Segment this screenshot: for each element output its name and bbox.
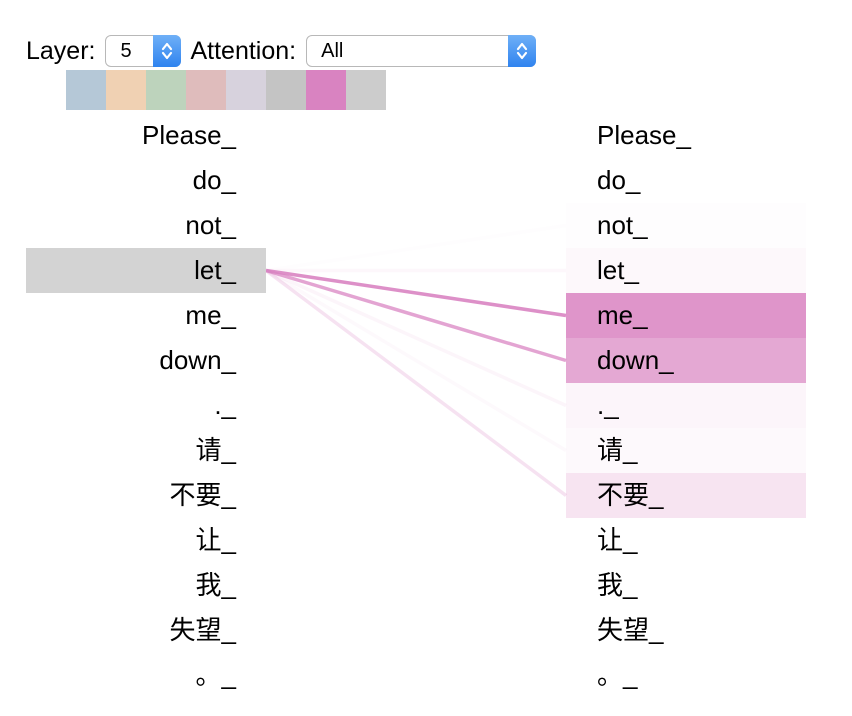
- source-token[interactable]: down_: [26, 338, 266, 383]
- target-token[interactable]: Please_: [566, 113, 806, 158]
- source-token[interactable]: 让_: [26, 518, 266, 563]
- target-token[interactable]: 我_: [566, 563, 806, 608]
- target-token[interactable]: 。_: [566, 653, 806, 698]
- target-token[interactable]: do_: [566, 158, 806, 203]
- target-token[interactable]: 让_: [566, 518, 806, 563]
- attention-line: [264, 269, 568, 497]
- attention-line: [265, 268, 567, 408]
- attention-line: [265, 268, 567, 318]
- target-token[interactable]: not_: [566, 203, 806, 248]
- attention-line: [266, 226, 566, 271]
- target-token[interactable]: 不要_: [566, 473, 806, 518]
- source-token[interactable]: do_: [26, 158, 266, 203]
- target-token[interactable]: 失望_: [566, 608, 806, 653]
- source-token[interactable]: let_: [26, 248, 266, 293]
- source-token[interactable]: Please_: [26, 113, 266, 158]
- source-token[interactable]: 不要_: [26, 473, 266, 518]
- attention-line: [265, 268, 567, 363]
- target-token[interactable]: 请_: [566, 428, 806, 473]
- source-token[interactable]: 。_: [26, 653, 266, 698]
- source-token[interactable]: not_: [26, 203, 266, 248]
- target-token[interactable]: let_: [566, 248, 806, 293]
- source-token[interactable]: 我_: [26, 563, 266, 608]
- source-token[interactable]: me_: [26, 293, 266, 338]
- source-token[interactable]: ._: [26, 383, 266, 428]
- target-token[interactable]: ._: [566, 383, 806, 428]
- target-token[interactable]: down_: [566, 338, 806, 383]
- source-token[interactable]: 失望_: [26, 608, 266, 653]
- attention-line: [265, 268, 567, 453]
- target-token[interactable]: me_: [566, 293, 806, 338]
- source-token[interactable]: 请_: [26, 428, 266, 473]
